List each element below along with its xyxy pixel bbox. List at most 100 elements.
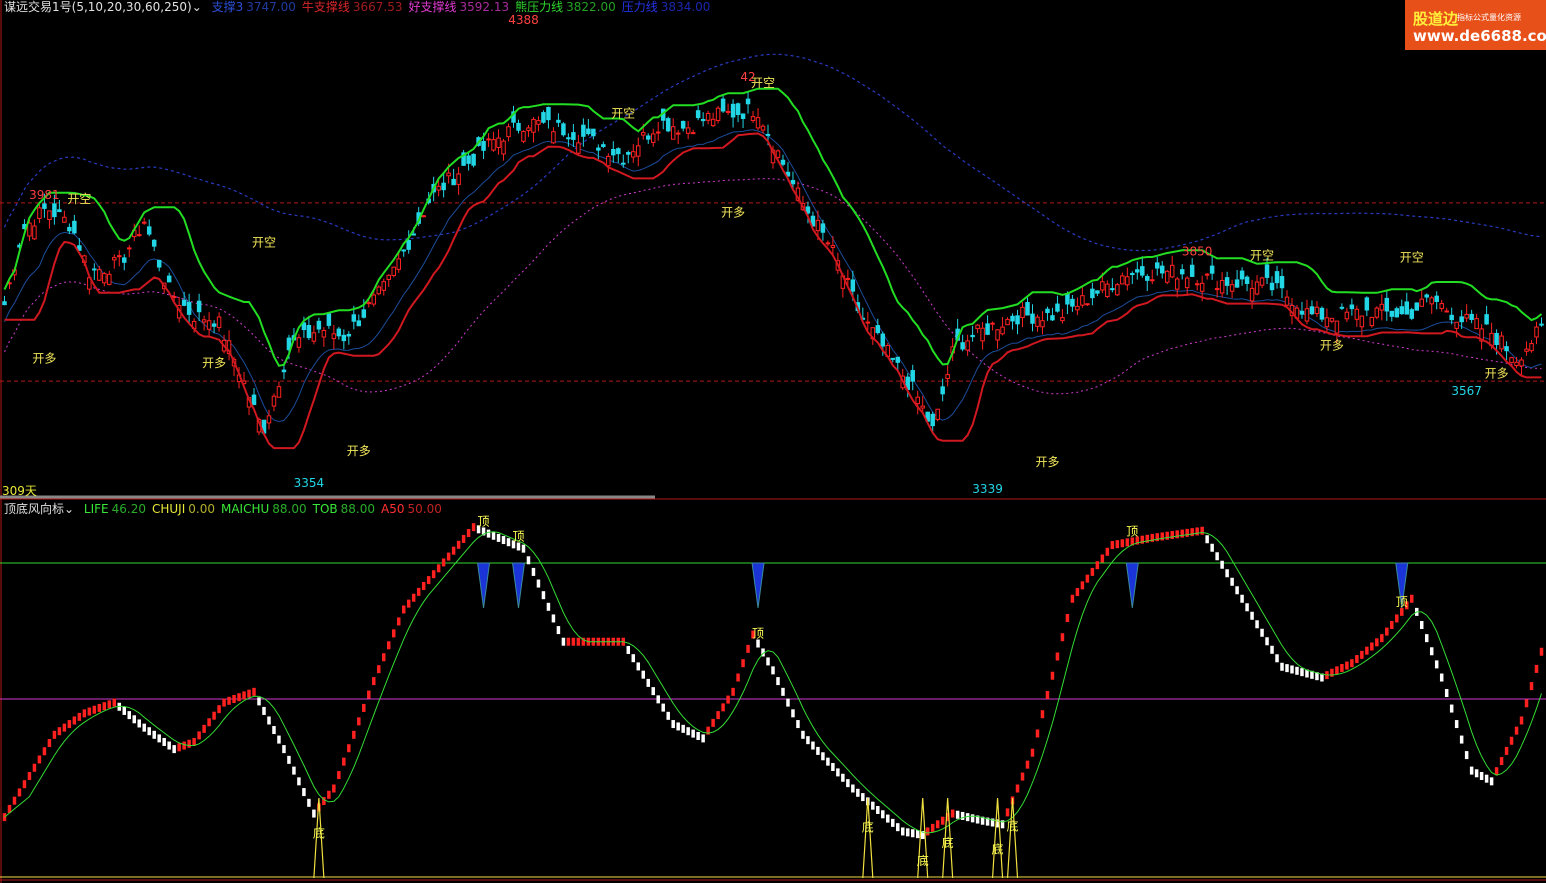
oscillator-bar <box>1350 659 1354 668</box>
bottom-mark: 底 <box>313 825 325 840</box>
oscillator-bar <box>1514 726 1519 735</box>
main-indicator-name[interactable]: 谋远交易1号(5,10,20,30,60,250) <box>4 0 192 14</box>
candle-body <box>1025 302 1030 316</box>
candle-body <box>875 325 881 334</box>
oscillator-bar <box>1230 577 1234 586</box>
candle-body <box>551 131 556 144</box>
chart-canvas[interactable]: 438839813850423354 33393567开空开空开空开空开空 开空开多… <box>0 0 1546 883</box>
brand-logo: 股道边 指标公式量化资源 www.de6688.com <box>1405 0 1546 50</box>
oscillator-bar <box>1365 646 1369 655</box>
candle-body <box>611 148 616 156</box>
oscillator-bar <box>1464 751 1469 760</box>
candle-body <box>1184 277 1190 289</box>
candle-body <box>1364 297 1370 311</box>
candle-body <box>171 295 177 298</box>
oscillator-bar <box>796 720 800 729</box>
candle-body <box>1459 316 1464 323</box>
oscillator-bar <box>1370 642 1374 651</box>
oscillator-bar <box>451 546 456 555</box>
candle-body <box>700 118 706 122</box>
oscillator-bar <box>387 641 391 650</box>
candle-body <box>326 313 332 326</box>
oscillator-bar <box>327 790 331 799</box>
main-panel-bg <box>0 0 1546 498</box>
candle-body <box>331 333 337 340</box>
candle-body <box>745 98 751 105</box>
candle-body <box>571 132 576 140</box>
oscillator-bar <box>347 744 351 753</box>
candle-body <box>146 226 152 235</box>
oscillator-bar <box>42 747 47 756</box>
signal-label: 开多 <box>32 352 56 366</box>
oscillator-bar <box>1065 614 1070 623</box>
oscillator-bar <box>92 705 97 714</box>
candle-body <box>351 314 357 322</box>
candle-body <box>62 216 67 223</box>
candle-body <box>780 159 786 165</box>
oscillator-bar <box>960 811 965 820</box>
candle-body <box>531 118 536 133</box>
candle-body <box>1409 309 1415 319</box>
candle-body <box>1514 361 1519 367</box>
candle-body <box>1159 265 1165 274</box>
oscillator-bar <box>1005 808 1010 817</box>
oscillator-bar <box>332 784 336 793</box>
candle-body <box>1454 321 1459 329</box>
candle-body <box>316 320 322 330</box>
oscillator-bar <box>741 659 745 668</box>
oscillator-bar <box>22 780 27 789</box>
candle-body <box>740 113 746 119</box>
chevron-down-icon[interactable]: ⌄ <box>64 502 74 516</box>
bottom-spike <box>862 797 874 879</box>
oscillator-bar <box>646 678 650 687</box>
sub-indicator-values: LIFE 46.20 CHUJI 0.00 MAICHU 88.00 TOB 88.00 A50… <box>84 502 448 516</box>
oscillator-bar <box>177 743 181 752</box>
candle-body <box>985 323 990 335</box>
candle-body <box>1254 281 1260 295</box>
candle-body <box>102 273 107 284</box>
oscillator-bar <box>856 788 860 797</box>
sub-item: CHUJI <box>151 502 186 516</box>
candle-body <box>601 144 606 147</box>
oscillator-bar <box>187 739 191 748</box>
candle-body <box>1369 316 1375 327</box>
oscillator-bar <box>1479 771 1484 780</box>
candle-body <box>486 138 491 141</box>
candle-body <box>1529 343 1534 352</box>
oscillator-bar <box>1070 594 1075 603</box>
oscillator-bar <box>167 741 171 750</box>
oscillator-bar <box>1385 627 1389 636</box>
candle-body <box>471 153 476 166</box>
oscillator-bar <box>441 558 446 567</box>
candle-body <box>361 309 367 318</box>
sub-indicator-name[interactable]: 顶底风向标 <box>4 502 64 516</box>
candle-body <box>446 172 451 177</box>
oscillator-bar <box>955 810 960 819</box>
signal-label: 开空 <box>67 192 91 206</box>
oscillator-bar <box>137 719 141 728</box>
candle-body <box>1010 315 1015 322</box>
candle-body <box>1414 302 1419 311</box>
oscillator-bar <box>1534 664 1539 673</box>
signal-label: 开多 <box>1485 367 1509 381</box>
candle-body <box>910 370 915 382</box>
candle-body <box>1334 320 1340 334</box>
oscillator-bar <box>501 536 506 545</box>
candle-body <box>136 234 142 237</box>
chevron-down-icon[interactable]: ⌄ <box>192 0 202 14</box>
candle-body <box>710 118 716 127</box>
oscillator-bar <box>666 711 670 720</box>
candle-body <box>1125 276 1130 286</box>
candle-body <box>1075 305 1080 311</box>
oscillator-bar <box>182 741 186 750</box>
oscillator-bar <box>1484 774 1489 783</box>
candle-body <box>1229 284 1235 292</box>
candle-body <box>1534 326 1539 338</box>
candle <box>391 266 396 278</box>
oscillator-bar <box>1110 541 1115 550</box>
main-item-value: 3834.00 <box>660 0 711 14</box>
candle-body <box>1015 315 1020 325</box>
oscillator-bar <box>1539 647 1544 656</box>
oscillator-bar <box>886 814 890 823</box>
oscillator-bar <box>277 735 281 744</box>
